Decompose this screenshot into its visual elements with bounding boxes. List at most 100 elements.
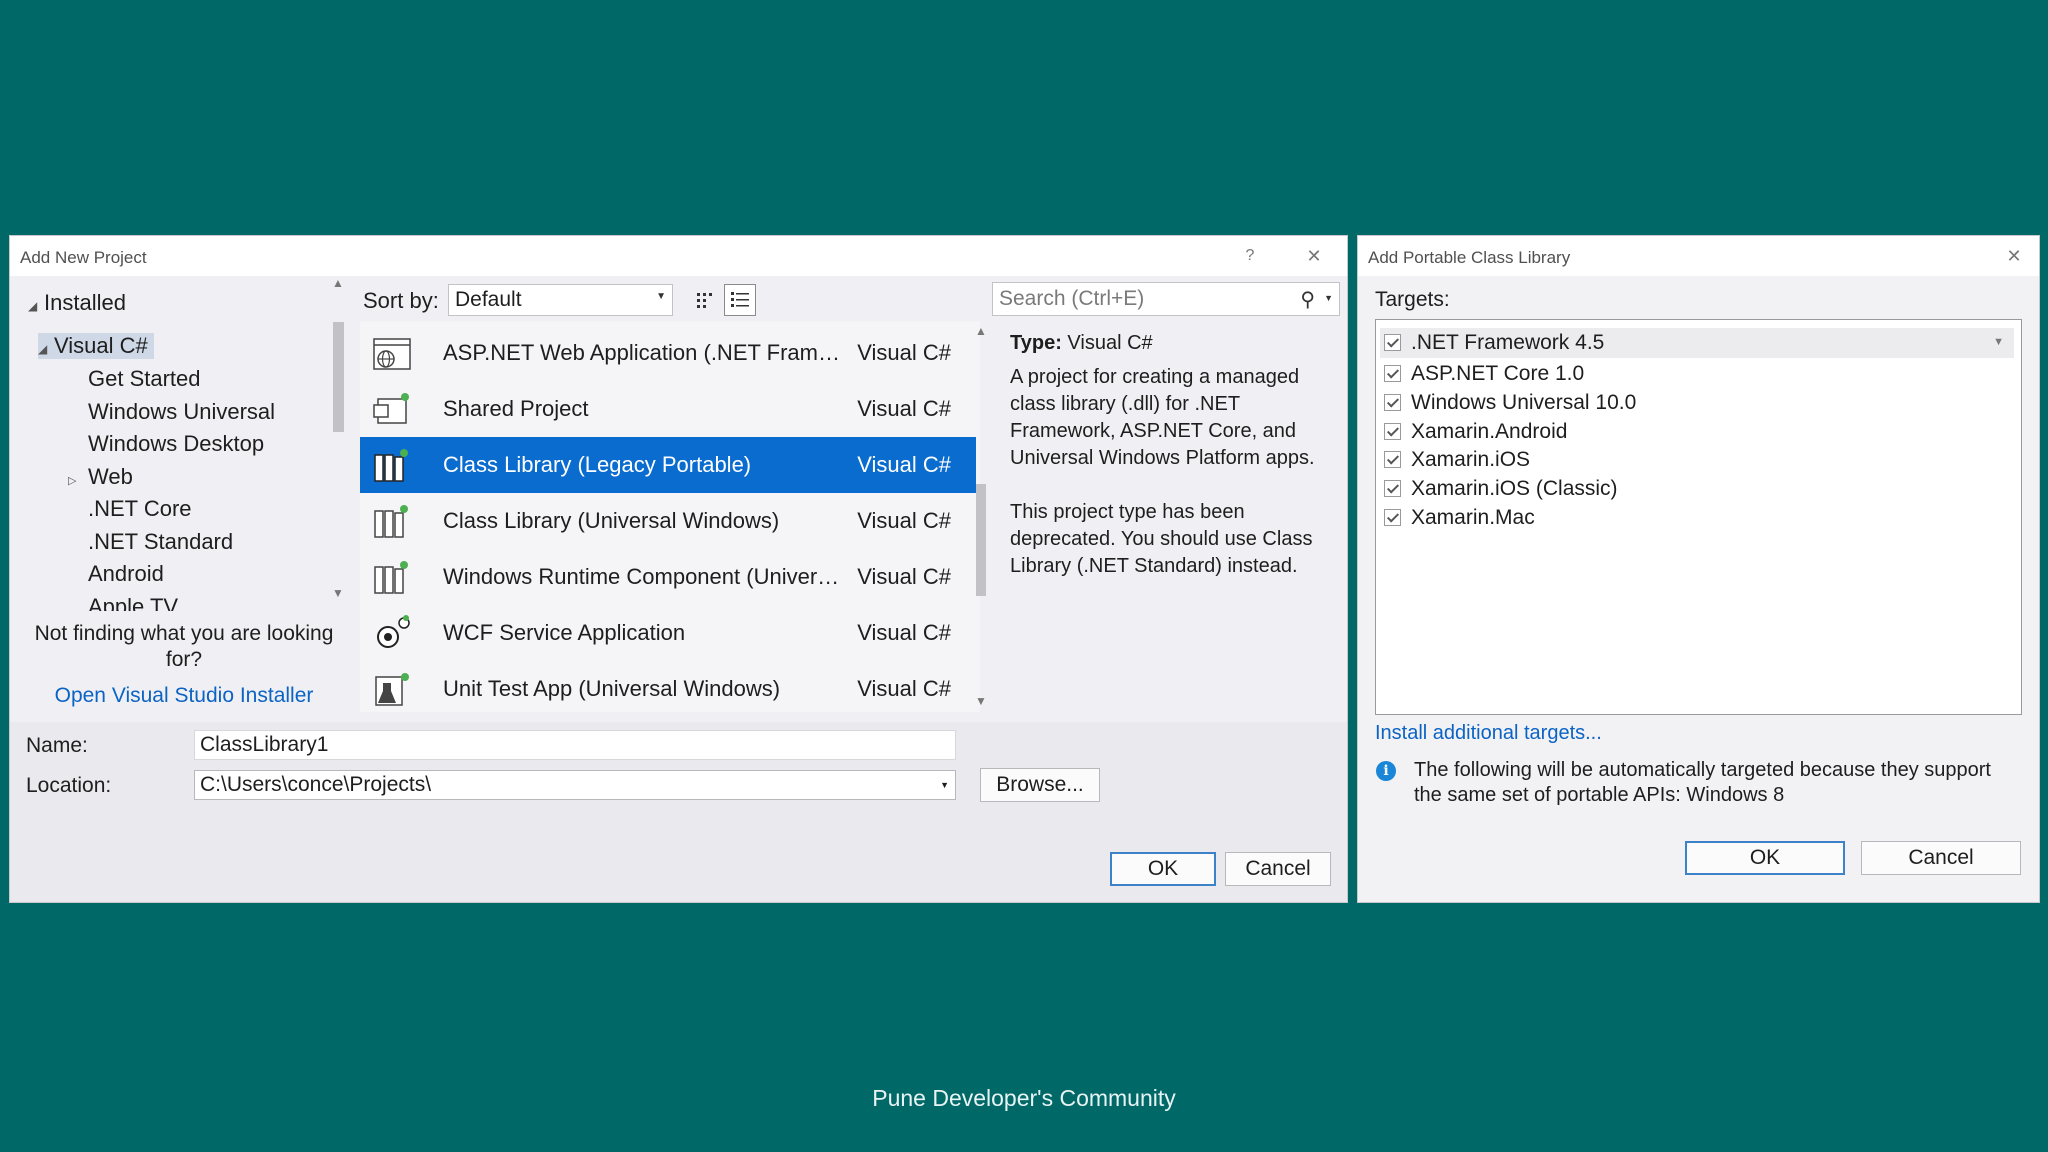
ok-button[interactable]: OK [1110,852,1216,886]
tree-item-net-core[interactable]: .NET Core [88,496,192,522]
chevron-down-icon: ▼ [656,291,666,302]
target-item[interactable]: Xamarin.Mac [1384,506,1535,530]
dialog-title: Add New Project [20,248,147,267]
template-name: WCF Service Application [443,620,686,645]
browse-button[interactable]: Browse... [980,768,1100,802]
close-icon[interactable]: ✕ [1999,242,2029,270]
target-item[interactable]: Windows Universal 10.0 [1384,391,1636,415]
target-label: .NET Framework 4.5 [1411,331,1605,354]
search-input[interactable]: Search (Ctrl+E) ⚲ ▼ [992,282,1340,316]
scroll-down-icon[interactable]: ▼ [975,694,987,708]
ok-button[interactable]: OK [1685,841,1845,875]
checkbox-checked-icon[interactable] [1384,480,1401,497]
location-label: Location: [26,774,112,797]
tree-scrollbar[interactable]: ▲ ▼ [328,276,348,606]
target-item[interactable]: ASP.NET Core 1.0 [1384,362,1584,386]
search-icon[interactable]: ⚲ [1300,287,1315,312]
tree-item-windows-universal[interactable]: Windows Universal [88,399,275,425]
description-text: A project for creating a managed class l… [1010,366,1315,469]
location-value: C:\Users\conce\Projects\ [200,773,432,796]
scroll-down-icon[interactable]: ▼ [332,586,344,600]
target-label: ASP.NET Core 1.0 [1411,362,1585,385]
target-item[interactable]: Xamarin.iOS (Classic) [1384,477,1618,501]
scroll-thumb[interactable] [976,484,986,596]
type-value: Visual C# [1067,332,1153,354]
template-item[interactable]: ASP.NET Web Application (.NET Fram… Visu… [360,325,976,381]
list-icon [731,292,749,307]
checkbox-checked-icon[interactable] [1384,423,1401,440]
target-label: Windows Universal 10.0 [1411,391,1637,414]
location-field[interactable]: C:\Users\conce\Projects\ ▼ [194,770,956,800]
template-name: Class Library (Legacy Portable) [443,452,752,477]
checkbox-checked-icon[interactable] [1384,365,1401,382]
unit-test-icon [375,673,409,706]
template-name: Unit Test App (Universal Windows) [443,676,781,701]
scroll-up-icon[interactable]: ▲ [975,324,987,338]
tree-item-visual-csharp[interactable]: ◢ Visual C# [38,333,154,359]
template-list-scrollbar[interactable]: ▲ ▼ [972,324,990,709]
open-installer-link[interactable]: Open Visual Studio Installer [14,683,354,709]
small-icons-view-button[interactable] [687,284,719,316]
not-finding-text: Not finding what you are looking for? Op… [14,621,354,709]
targets-list: .NET Framework 4.5 ▼ ASP.NET Core 1.0 Wi… [1375,319,2022,715]
project-details-panel: Name: ClassLibrary1 Location: C:\Users\c… [10,722,1347,902]
checkbox-checked-icon[interactable] [1384,334,1401,351]
chevron-down-icon[interactable]: ▼ [1324,293,1333,303]
cancel-button[interactable]: Cancel [1861,841,2021,875]
close-icon[interactable]: ✕ [1299,242,1329,270]
target-item[interactable]: Xamarin.Android [1384,420,1567,444]
grid-icon [697,293,712,308]
target-label: Xamarin.Android [1411,420,1568,443]
template-item[interactable]: WCF Service Application Visual C# [360,605,976,661]
template-item[interactable]: Class Library (Universal Windows) Visual… [360,493,976,549]
checkbox-checked-icon[interactable] [1384,451,1401,468]
info-text: The following will be automatically targ… [1414,759,1991,806]
name-value: ClassLibrary1 [200,733,329,756]
template-language: Visual C# [857,340,951,365]
chevron-down-icon[interactable]: ▼ [1993,336,2004,348]
tree-label: Web [88,464,133,489]
target-item[interactable]: Xamarin.iOS [1384,448,1530,472]
install-targets-link[interactable]: Install additional targets... [1375,722,1602,745]
checkbox-checked-icon[interactable] [1384,509,1401,526]
template-item-selected[interactable]: Class Library (Legacy Portable) Visual C… [360,437,976,493]
info-icon: i [1376,761,1396,781]
class-library-icon [374,449,408,482]
search-placeholder: Search (Ctrl+E) [999,287,1145,310]
sort-by-label: Sort by: [363,288,439,313]
template-tree: ◢ Installed ◢ Visual C# Get Started Window… [18,276,354,611]
chevron-down-icon[interactable]: ▼ [940,780,949,790]
template-item[interactable]: Windows Runtime Component (Univer… Visua… [360,549,976,605]
cancel-button[interactable]: Cancel [1225,852,1331,886]
template-item[interactable]: Unit Test App (Universal Windows) Visual… [360,661,976,717]
list-view-button[interactable] [724,284,756,316]
title-bar: Add New Project ? ✕ [10,236,1347,276]
target-item[interactable]: .NET Framework 4.5 ▼ [1380,328,2014,358]
template-name: Windows Runtime Component (Univer… [443,564,840,589]
add-portable-class-library-dialog: Add Portable Class Library ✕ Targets: .N… [1357,235,2040,903]
tree-item-windows-desktop[interactable]: Windows Desktop [88,431,264,457]
template-language: Visual C# [857,676,951,701]
help-button[interactable]: ? [1235,242,1265,270]
name-field[interactable]: ClassLibrary1 [194,730,956,760]
checkbox-checked-icon[interactable] [1384,394,1401,411]
tree-item-web[interactable]: ▷ Web [68,464,133,490]
dialog-title: Add Portable Class Library [1368,248,1571,267]
template-language: Visual C# [857,564,951,589]
scroll-up-icon[interactable]: ▲ [332,276,344,290]
target-label: Xamarin.iOS (Classic) [1411,477,1618,500]
scroll-thumb[interactable] [333,322,344,432]
tree-item-net-standard[interactable]: .NET Standard [88,529,233,555]
tree-item-android[interactable]: Android [88,561,164,587]
class-library-icon [374,505,408,538]
template-language: Visual C# [857,508,951,533]
target-label: Xamarin.iOS [1411,448,1531,471]
targets-label: Targets: [1375,288,1450,311]
tree-item-installed[interactable]: ◢ Installed [28,290,126,316]
template-item[interactable]: Shared Project Visual C# [360,381,976,437]
tree-item-apple-tv[interactable]: Apple TV [88,594,178,611]
tree-item-get-started[interactable]: Get Started [88,366,201,392]
add-new-project-dialog: Add New Project ? ✕ ◢ Installed ◢ Visual C… [9,235,1348,903]
sort-by-dropdown[interactable]: Default ▼ [448,284,673,316]
name-label: Name: [26,734,88,757]
